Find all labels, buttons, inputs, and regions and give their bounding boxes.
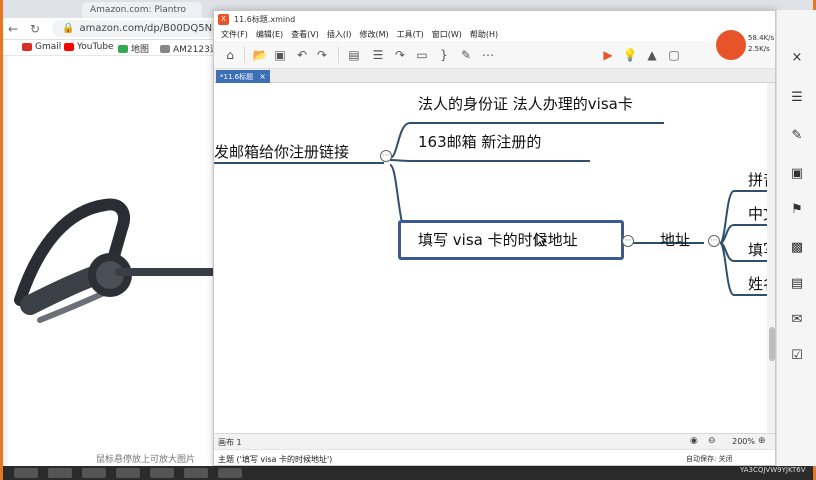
collapse-toggle-visa[interactable]: ⋯ <box>622 235 634 247</box>
style-brush-icon[interactable]: ✎ <box>789 128 805 144</box>
headset-product-image <box>14 198 220 323</box>
maps-icon <box>118 44 128 53</box>
more-icon[interactable]: ⋯ <box>480 47 496 63</box>
autosave-status[interactable]: 自动保存: 关闭 <box>686 454 733 464</box>
home-icon[interactable]: ⌂ <box>222 47 238 63</box>
menu-bar: 文件(F) 编辑(E) 查看(V) 插入(I) 修改(M) 工具(T) 窗口(W… <box>214 27 775 41</box>
undo-icon[interactable]: ↶ <box>294 47 310 63</box>
relationship-icon[interactable]: ↷ <box>392 47 408 63</box>
selected-topic-info: 主题 ('填写 visa 卡的时候地址') <box>218 455 333 464</box>
xmind-titlebar: X 11.6标题.xmind <box>214 11 775 27</box>
collapse-toggle-address[interactable]: ⋯ <box>708 235 720 247</box>
document-tab[interactable]: *11.6标题 × <box>216 70 270 83</box>
topic-icon[interactable]: ▤ <box>346 47 362 63</box>
sheet-tabbar: *11.6标题 × <box>214 69 775 83</box>
main-toolbar: ⌂ 📂 ▣ ↶ ↷ ▤ ☰ ↷ ▭ } ✎ ⋯ ▶ 💡 ▲ ▢ <box>214 41 775 69</box>
notes-icon[interactable]: ✎ <box>458 47 474 63</box>
topic-fill[interactable]: 填写 <box>748 239 767 260</box>
sheet-label[interactable]: 画布 1 <box>218 437 242 448</box>
menu-insert[interactable]: 插入(I) <box>324 27 355 41</box>
bookmark-gmail[interactable]: Gmail <box>22 42 61 52</box>
presentation-icon[interactable]: ▶ <box>600 47 616 63</box>
bookmark-youtube[interactable]: YouTube <box>64 42 114 52</box>
vertical-scrollbar[interactable] <box>767 83 775 433</box>
menu-window[interactable]: 窗口(W) <box>429 27 465 41</box>
brainstorm-icon[interactable]: 💡 <box>622 47 638 63</box>
outline-icon[interactable]: ☰ <box>789 90 805 106</box>
upload-speed: 58.4K/s <box>748 34 775 42</box>
folder-icon <box>160 44 170 53</box>
notes-document-icon[interactable]: ▤ <box>789 276 805 292</box>
task-icon[interactable]: ☑ <box>789 348 805 364</box>
avatar[interactable] <box>716 30 746 60</box>
screen: Amazon.com: Plantro ← ↻ 🔒 amazon.com/dp/B… <box>0 0 816 480</box>
close-icon[interactable]: × <box>789 50 805 66</box>
topic-chinese[interactable]: 中文 <box>748 203 767 224</box>
summary-icon[interactable]: } <box>436 47 452 63</box>
scrollbar-thumb[interactable] <box>769 327 775 361</box>
image-icon[interactable]: ▣ <box>789 166 805 182</box>
status-bar: 画布 1 ◉ ⊖ 200% ⊕ <box>214 433 775 449</box>
menu-edit[interactable]: 编辑(E) <box>253 27 286 41</box>
boundary-icon[interactable]: ▭ <box>414 47 430 63</box>
menu-tools[interactable]: 工具(T) <box>394 27 427 41</box>
license-code: YA3CQJVW9YJKT6V <box>740 466 806 474</box>
download-speed: 2.5K/s <box>748 45 770 53</box>
window-title: 11.6标题.xmind <box>234 14 296 24</box>
open-icon[interactable]: 📂 <box>252 47 268 63</box>
topic-name[interactable]: 姓名 <box>748 273 767 294</box>
mindmap-canvas[interactable]: 发邮箱给你注册链接 ⋯ 法人的身份证 法人办理的visa卡 163邮箱 新注册的… <box>214 83 767 433</box>
menu-help[interactable]: 帮助(H) <box>467 27 501 41</box>
menu-modify[interactable]: 修改(M) <box>356 27 391 41</box>
topic-pinyin[interactable]: 拼音 <box>748 169 767 190</box>
topic-legal-person-id[interactable]: 法人的身份证 法人办理的visa卡 <box>418 93 633 114</box>
image-caption: 鼠标悬停放上可放大图片 <box>96 455 196 465</box>
xmind-app-icon: X <box>218 13 229 25</box>
back-icon[interactable]: ← <box>8 22 18 36</box>
zoom-out-icon[interactable]: ⊖ <box>708 436 716 446</box>
menu-file[interactable]: 文件(F) <box>218 27 251 41</box>
zoom-level[interactable]: 200% <box>732 437 755 446</box>
topic-163-mailbox[interactable]: 163邮箱 新注册的 <box>418 131 541 152</box>
eye-icon[interactable]: ◉ <box>690 436 698 446</box>
xmind-window: X 11.6标题.xmind 文件(F) 编辑(E) 查看(V) 插入(I) 修… <box>213 10 776 466</box>
document-tab-label: *11.6标题 <box>220 72 254 81</box>
bookmark-maps[interactable]: 地图 <box>118 42 149 55</box>
browser-tab[interactable]: Amazon.com: Plantro <box>82 2 202 18</box>
right-sidebar: × ☰ ✎ ▣ ⚑ ▩ ▤ ✉ ☑ <box>776 10 816 466</box>
mouse-cursor-icon <box>536 233 546 247</box>
subtopic-icon[interactable]: ☰ <box>370 47 386 63</box>
zoom-in-icon[interactable]: ⊕ <box>758 436 766 446</box>
root-topic[interactable]: 发邮箱给你注册链接 <box>214 141 349 162</box>
marker-flag-icon[interactable]: ⚑ <box>789 202 805 218</box>
collapse-toggle-root[interactable]: ⋯ <box>380 150 392 162</box>
share-icon[interactable]: ▲ <box>644 47 660 63</box>
save-icon[interactable]: ▣ <box>272 47 288 63</box>
taskbar <box>0 466 816 480</box>
export-icon[interactable]: ▢ <box>666 47 682 63</box>
topic-address[interactable]: 地址 <box>660 229 690 250</box>
info-bar: 主题 ('填写 visa 卡的时候地址') 自动保存: 关闭 <box>214 449 775 465</box>
clipart-icon[interactable]: ▩ <box>789 240 805 256</box>
reload-icon[interactable]: ↻ <box>30 22 40 36</box>
lock-icon: 🔒 <box>62 23 75 34</box>
youtube-icon <box>64 43 74 51</box>
topic-visa-address[interactable]: 填写 visa 卡的时候地址 <box>418 229 578 250</box>
recording-frame-left <box>0 0 3 480</box>
gmail-icon <box>22 43 32 51</box>
menu-view[interactable]: 查看(V) <box>288 27 322 41</box>
close-tab-icon[interactable]: × <box>259 72 266 81</box>
redo-icon[interactable]: ↷ <box>314 47 330 63</box>
comments-icon[interactable]: ✉ <box>789 312 805 328</box>
